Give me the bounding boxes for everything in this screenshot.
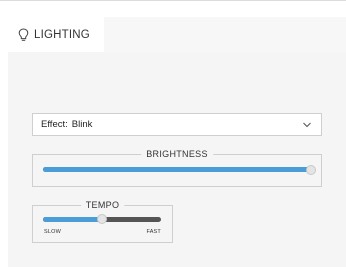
top-border xyxy=(0,0,346,1)
panel-header-strip xyxy=(104,17,346,52)
effect-select[interactable]: Effect: Blink xyxy=(32,113,322,136)
brightness-label: BRIGHTNESS xyxy=(141,148,213,160)
tab-lighting-label: LIGHTING xyxy=(34,28,90,41)
chevron-down-icon[interactable] xyxy=(302,120,312,130)
brightness-slider-track[interactable] xyxy=(43,167,311,172)
lightbulb-icon xyxy=(18,27,29,42)
tempo-slider-handle[interactable] xyxy=(97,214,107,224)
tempo-slider-fill xyxy=(43,217,102,222)
effect-select-value: Blink xyxy=(71,119,93,130)
tempo-group: TEMPO SLOW FAST xyxy=(32,199,173,243)
brightness-slider-handle[interactable] xyxy=(306,165,316,175)
brightness-slider-fill xyxy=(43,167,311,172)
tempo-label: TEMPO xyxy=(80,199,125,211)
tab-lighting[interactable]: LIGHTING xyxy=(8,16,104,53)
effect-select-label: Effect: xyxy=(41,119,68,130)
brightness-group: BRIGHTNESS xyxy=(32,148,322,187)
tempo-max-label: FAST xyxy=(146,229,161,235)
tempo-min-label: SLOW xyxy=(44,229,61,235)
